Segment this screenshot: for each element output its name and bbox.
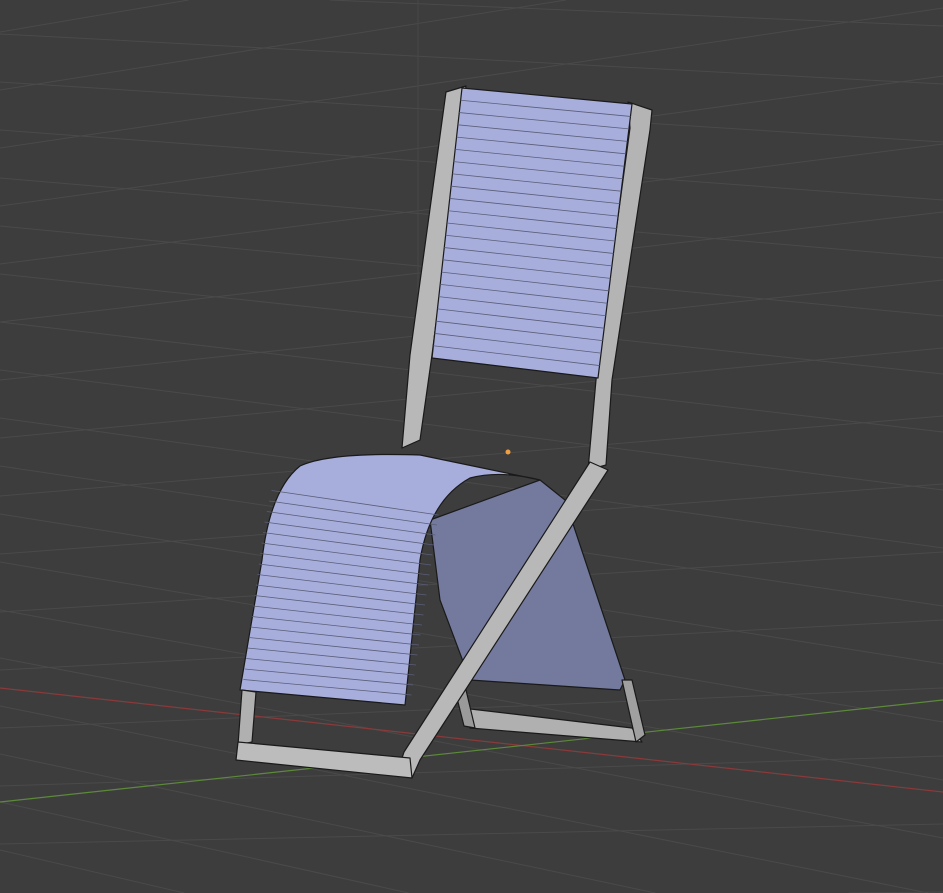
chair-model[interactable] [235, 85, 653, 779]
x-axis-line [0, 687, 943, 793]
grid-line [0, 705, 929, 893]
grid-line [0, 415, 943, 497]
object-origin [505, 449, 511, 455]
grid-line [0, 849, 185, 893]
3d-viewport[interactable] [0, 0, 943, 893]
grid-line [0, 0, 189, 33]
grid-line [330, 0, 943, 27]
grid-line [0, 801, 409, 893]
front-bottom-bar [235, 741, 413, 779]
viewport-canvas[interactable] [0, 0, 943, 893]
grid-line [0, 755, 943, 787]
grid-line [0, 33, 943, 85]
grid-line [0, 657, 943, 839]
backrest-fabric [431, 87, 633, 379]
front-left-leg [237, 689, 257, 746]
rear-bottom-bar [461, 707, 643, 743]
